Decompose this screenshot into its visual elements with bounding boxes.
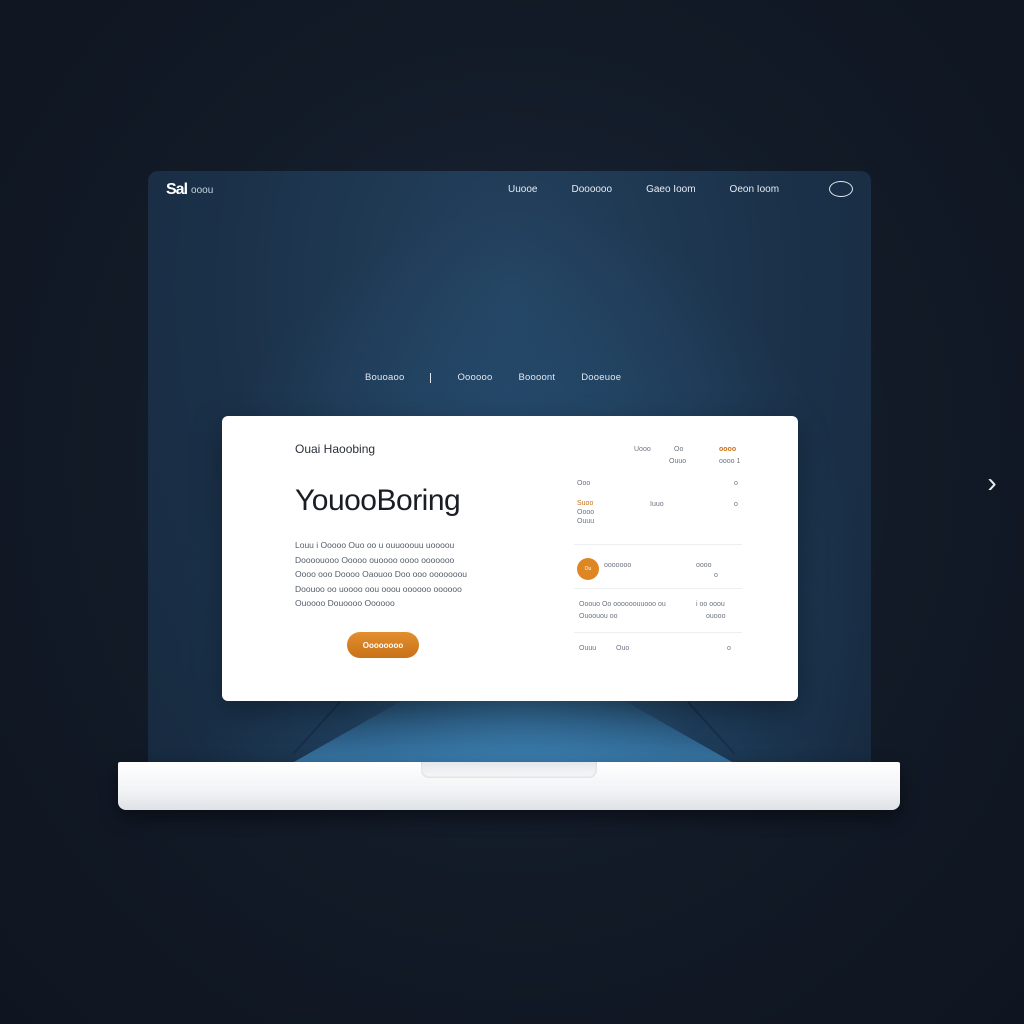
logo-mark: Sal: [166, 181, 188, 198]
panel-row4-left: Ooouo Oo oooooouuooo ou: [579, 601, 666, 608]
laptop-notch: [421, 762, 597, 778]
panel-col-a: Uooo: [634, 446, 651, 453]
logo-text: ooou: [191, 184, 214, 196]
card-eyebrow: Ouai Haoobing: [295, 442, 376, 456]
nav-item-3[interactable]: Gaeo Ioom: [646, 184, 695, 195]
panel-row5-b: Ouo: [616, 645, 630, 652]
panel-row3-text: ooooooo: [604, 562, 632, 569]
panel-col-b-sub: Ouuo: [669, 458, 687, 465]
panel-divider-1: [574, 544, 742, 545]
panel-row4-right-sub: ouooo: [706, 613, 726, 620]
subnav-item-3[interactable]: Boooont: [518, 372, 555, 383]
cta-button[interactable]: Oooooooo: [347, 632, 419, 658]
panel-col-b: Oo: [674, 446, 684, 453]
subnav-item-1[interactable]: Bouoaoo: [365, 372, 404, 383]
panel-row5-a: Ouuu: [579, 645, 597, 652]
nav-item-1[interactable]: Uuooe: [508, 184, 537, 195]
panel-row3-right-sub: o: [714, 572, 718, 579]
subnav-item-4[interactable]: Dooeuoe: [581, 372, 621, 383]
card-body-text: Louu i Ooooo Ouo oo u ouuooouu uoooou Do…: [295, 540, 468, 608]
subnav-divider: [430, 372, 432, 383]
panel-row5-right: o: [727, 645, 731, 652]
panel-row1-c: o: [734, 480, 738, 487]
panel-row2-label-3: Ouuu: [577, 518, 595, 525]
panel-row2-mid: Iuuo: [650, 501, 664, 508]
panel-row1-a: Ooo: [577, 480, 591, 487]
panel-row3-right: oooo: [696, 562, 712, 569]
panel-col-c-sub: oooo 1: [719, 458, 741, 465]
status-dot: Ou: [577, 558, 599, 580]
card-headline: YouooBoring: [295, 484, 461, 517]
nav-item-2[interactable]: Doooooo: [571, 184, 612, 195]
nav-item-4[interactable]: Oeon Ioom: [730, 184, 779, 195]
panel-divider-3: [574, 632, 742, 633]
site-logo[interactable]: Sal ooou: [166, 181, 213, 199]
subnav-item-2[interactable]: Oooooo: [457, 372, 492, 383]
chevron-right-icon[interactable]: ›: [980, 468, 1004, 498]
user-circle-icon[interactable]: [829, 181, 853, 197]
panel-divider-2: [574, 588, 742, 589]
status-dot-label: Ou: [584, 566, 592, 572]
sub-nav: Bouoaoo Oooooo Boooont Dooeuoe: [365, 372, 621, 383]
panel-col-c: oooo: [719, 446, 737, 453]
panel-row4-right: i oo ooou: [696, 601, 725, 608]
panel-row2-label-2: Oooo: [577, 509, 595, 516]
panel-row4-left-sub: Ouoouou oo: [579, 613, 618, 620]
top-nav: Uuooe Doooooo Gaeo Ioom Oeon Ioom: [508, 184, 779, 195]
hero-card: Ouai Haoobing YouooBoring Louu i Ooooo O…: [222, 416, 798, 701]
light-beam: [278, 691, 748, 771]
panel-row2-label-1: Suoo: [577, 500, 594, 507]
laptop-base: [118, 762, 900, 810]
panel-row2-c: o: [734, 501, 738, 508]
